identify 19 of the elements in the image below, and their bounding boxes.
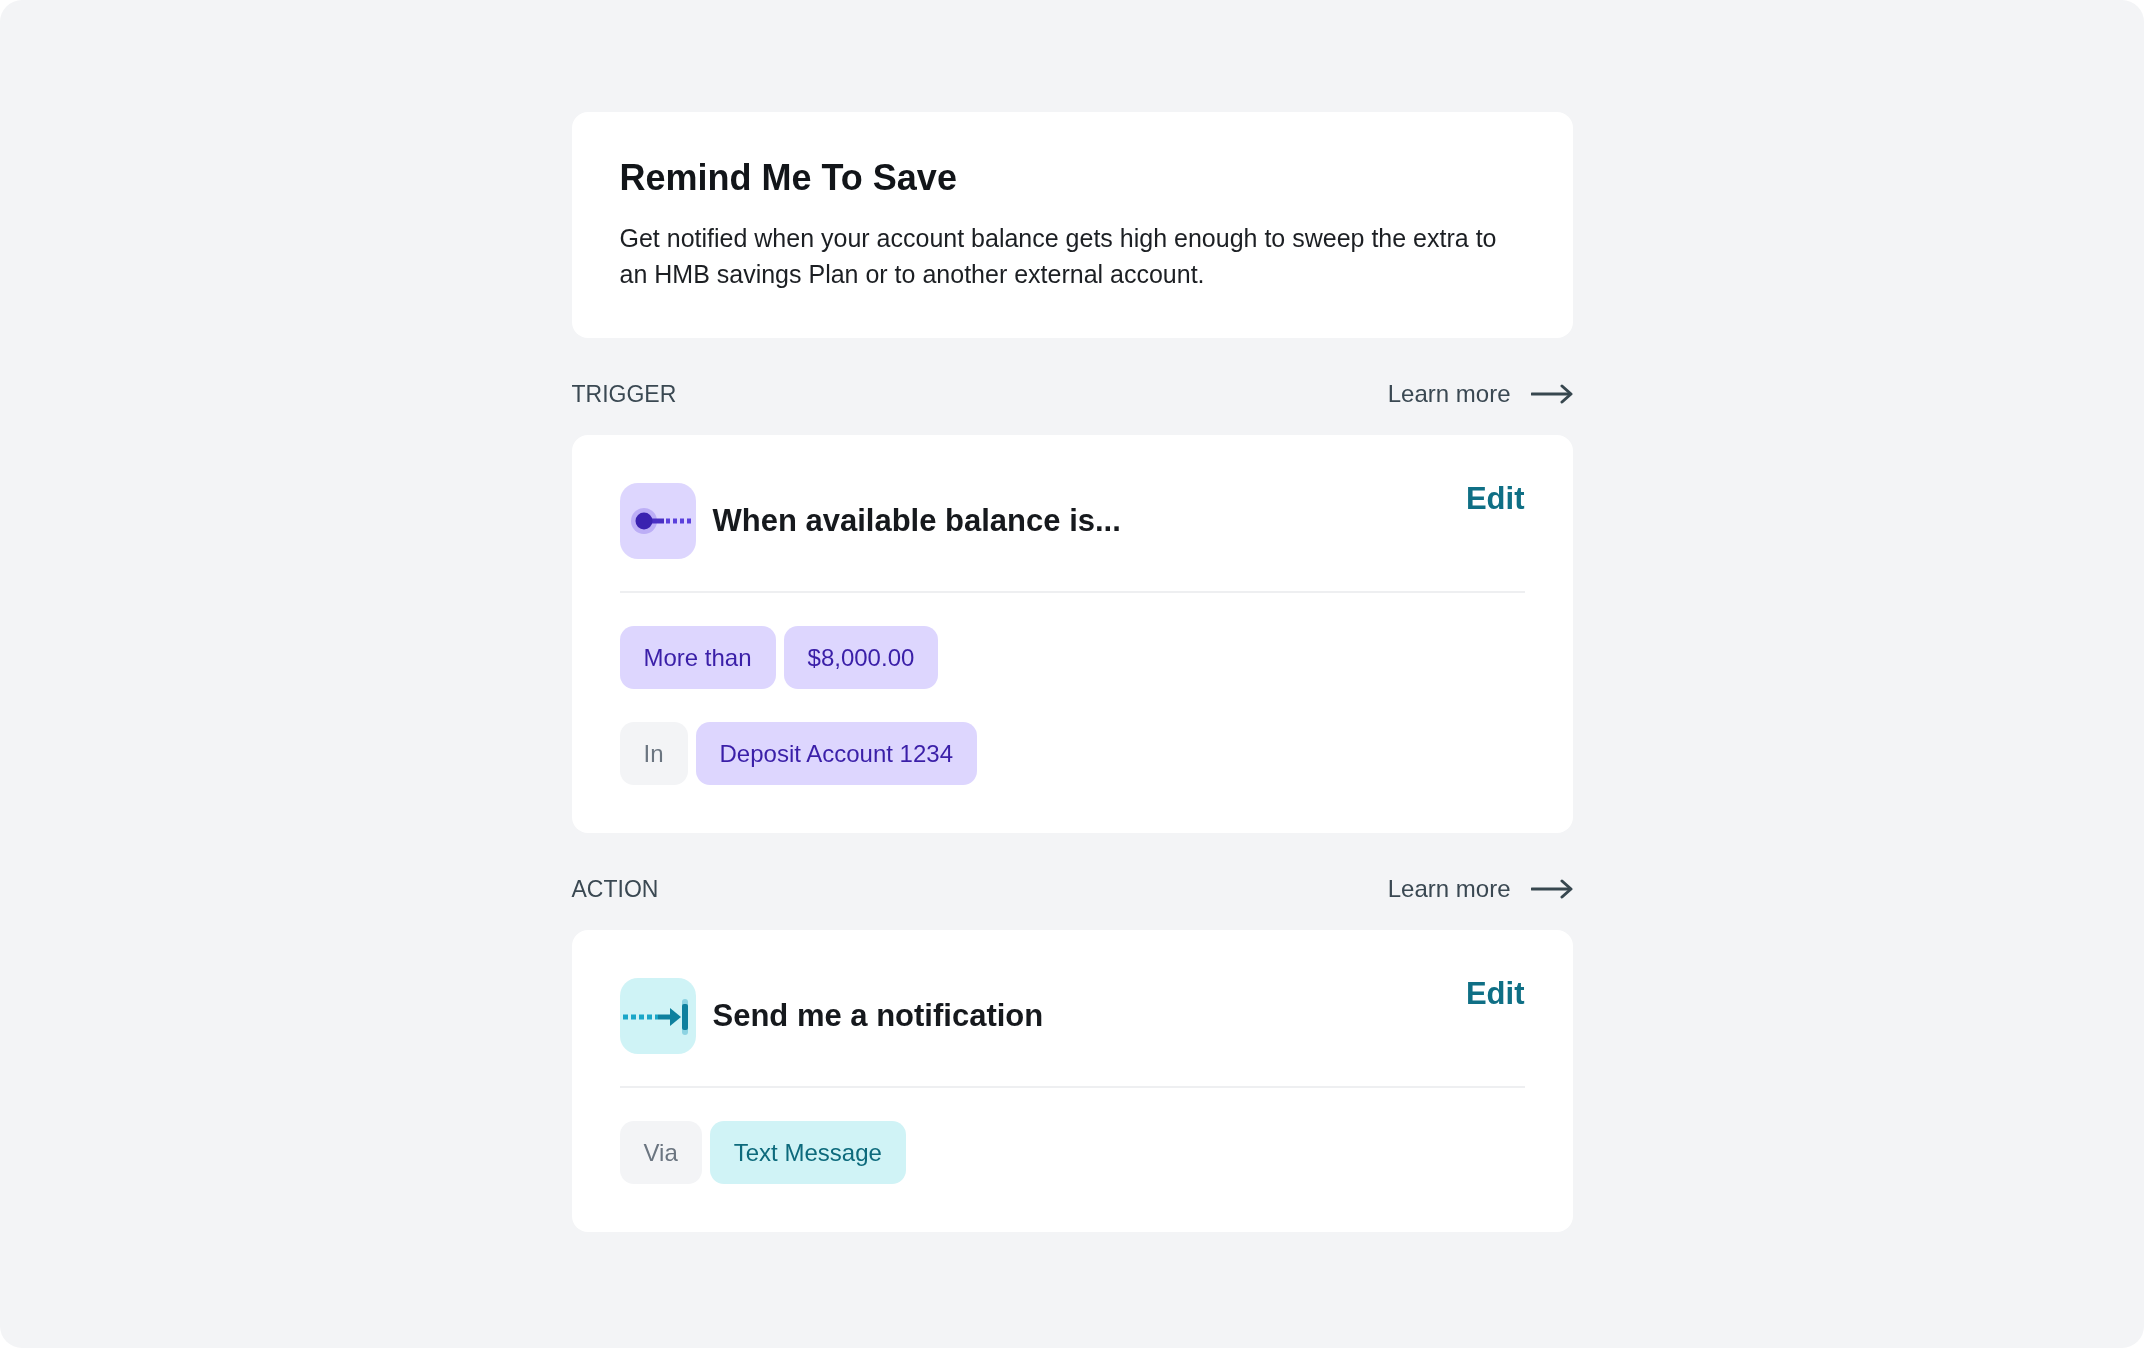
value-chip: $8,000.00 — [783, 626, 939, 689]
section-label: ACTION — [571, 875, 659, 903]
value-chip: Text Message — [709, 1121, 906, 1184]
page-description: Get notified when your account balance gets high enough to sweep the extra to an HMB savings Plan or to another external account. — [619, 223, 1498, 290]
prefix-chip: Via — [619, 1121, 702, 1184]
edit-link[interactable]: Edit — [1465, 479, 1525, 519]
value-chip: Deposit Account 1234 — [695, 722, 977, 785]
arrow-right-icon — [1530, 879, 1573, 899]
learn-more-link[interactable]: Learn more — [1387, 380, 1573, 408]
page-title: Remind Me To Save — [619, 156, 958, 200]
card-heading: Send me a notification — [712, 997, 1044, 1035]
section-label: TRIGGER — [571, 380, 677, 408]
arrow-to-bar-icon — [619, 978, 696, 1054]
card-heading: When available balance is... — [712, 502, 1121, 540]
learn-more-link[interactable]: Learn more — [1387, 875, 1573, 903]
prefix-chip: In — [619, 722, 688, 785]
value-chip: More than — [619, 626, 776, 689]
arrow-right-icon — [1530, 384, 1573, 404]
edit-link[interactable]: Edit — [1465, 974, 1525, 1014]
